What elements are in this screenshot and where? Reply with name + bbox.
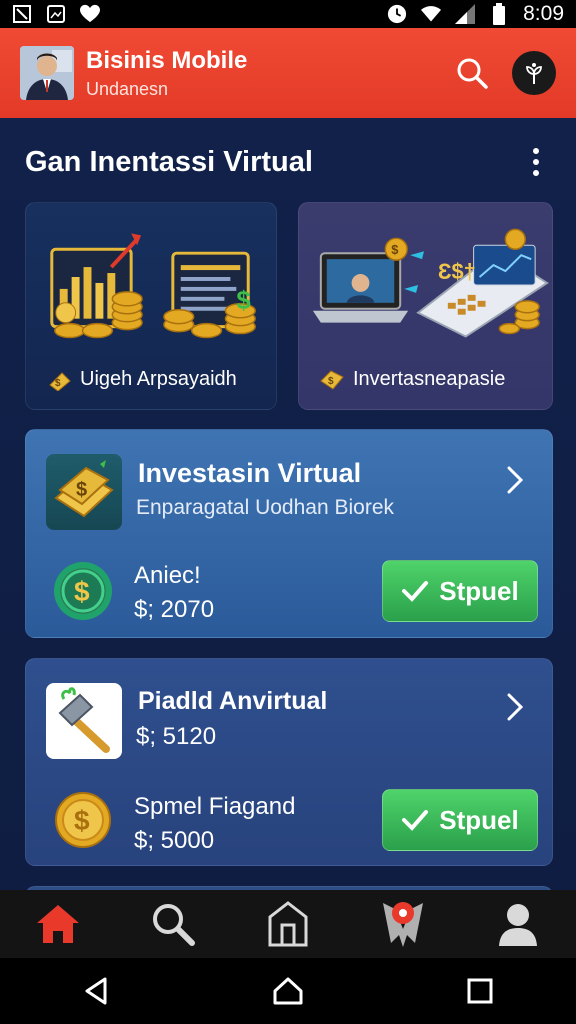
- main-content: Gan Inentassi Virtual $ $ Uigeh Arpsayai…: [0, 118, 576, 890]
- clock-icon: [387, 4, 407, 24]
- action-button-label: Stpuel: [439, 804, 519, 835]
- check-icon: [402, 581, 429, 602]
- recents-icon: [467, 978, 493, 1004]
- nfc-icon: [12, 4, 32, 24]
- profile-icon: [499, 904, 538, 946]
- home-outline-icon: [273, 977, 303, 1005]
- back-icon: [85, 977, 107, 1005]
- search-icon: [457, 58, 488, 89]
- row-value: $; 2070: [134, 596, 215, 623]
- search-button[interactable]: [450, 51, 494, 95]
- search-icon: [152, 904, 195, 946]
- hammer-thumbnail: [46, 683, 122, 759]
- svg-text:$: $: [55, 378, 61, 389]
- chevron-right-icon[interactable]: [500, 460, 530, 500]
- home-icon: [36, 905, 79, 943]
- check-icon: [402, 810, 429, 831]
- row-label: Spmel Fiagand: [134, 793, 296, 820]
- app-subtitle: Undanesn: [86, 78, 169, 99]
- app-header: Bisinis Mobile Undanesn: [0, 28, 576, 118]
- card-title: Piadld Anvirtual: [138, 687, 328, 715]
- svg-text:$: $: [76, 479, 87, 501]
- dollar-coin-icon: $: [54, 562, 112, 620]
- svg-text:$: $: [74, 805, 90, 836]
- status-bar: 8:09: [0, 0, 576, 28]
- status-time: 8:09: [523, 2, 564, 25]
- section-title: Gan Inentassi Virtual: [25, 145, 313, 178]
- gold-coin-icon: $: [54, 791, 112, 849]
- money-bag-icon: $: [49, 371, 71, 391]
- chevron-right-icon[interactable]: [500, 687, 530, 727]
- feature-label: $ Invertasneapasie: [319, 368, 505, 391]
- feature-label-text: Uigeh Arpsayaidh: [80, 368, 237, 390]
- location-icon: [383, 902, 424, 947]
- nav-home[interactable]: [28, 894, 88, 954]
- row-value: $; 5000: [134, 827, 215, 854]
- system-navigation: [0, 958, 576, 1024]
- investment-card[interactable]: $ Investasin Virtual Enparagatal Uodhan …: [25, 429, 553, 638]
- bottom-nav: [0, 890, 576, 958]
- app-title: Bisinis Mobile: [86, 46, 248, 74]
- feature-card-charts[interactable]: $ $ Uigeh Arpsayaidh: [25, 202, 277, 410]
- nav-building[interactable]: [258, 894, 318, 954]
- battery-icon: [489, 3, 509, 25]
- row-label: Aniec!: [134, 562, 201, 589]
- investment-card[interactable]: Piadld Anvirtual $; 5120 $ Spmel Fiagand…: [25, 658, 553, 866]
- svg-text:$: $: [74, 576, 90, 607]
- action-button[interactable]: Stpuel: [382, 789, 538, 851]
- feature-card-laptops[interactable]: Ɛ$† $ $ Invertasneapasie: [298, 202, 553, 410]
- image-icon: [46, 4, 66, 24]
- nav-location[interactable]: [373, 894, 433, 954]
- action-button-label: Stpuel: [439, 575, 519, 606]
- signal-icon: [455, 4, 476, 24]
- charts-coins-illustration: $: [50, 233, 256, 339]
- menu-button[interactable]: [512, 51, 556, 95]
- gold-bars-thumbnail: $: [46, 454, 122, 530]
- card-subtitle: $; 5120: [136, 723, 217, 750]
- svg-text:$: $: [236, 287, 250, 315]
- svg-text:$: $: [328, 376, 334, 387]
- more-dot: [533, 148, 539, 154]
- section-header: Gan Inentassi Virtual: [25, 142, 551, 182]
- nav-search[interactable]: [143, 894, 203, 954]
- more-options-button[interactable]: [521, 142, 551, 182]
- svg-text:Ɛ$†: Ɛ$†: [438, 259, 476, 284]
- back-button[interactable]: [71, 966, 121, 1016]
- avatar[interactable]: [20, 46, 74, 100]
- nav-profile[interactable]: [488, 894, 548, 954]
- more-dot: [533, 170, 539, 176]
- sprout-icon: [526, 63, 542, 84]
- laptops-coins-illustration: Ɛ$† $: [312, 228, 549, 338]
- card-subtitle: Enparagatal Uodhan Biorek: [136, 496, 395, 519]
- card-title: Investasin Virtual: [138, 458, 362, 488]
- feature-label: $ Uigeh Arpsayaidh: [46, 368, 237, 391]
- heart-icon: [80, 4, 100, 24]
- home-button[interactable]: [263, 966, 313, 1016]
- feature-label-text: Invertasneapasie: [353, 368, 506, 390]
- svg-text:$: $: [391, 242, 398, 257]
- recents-button[interactable]: [455, 966, 505, 1016]
- building-icon: [268, 901, 308, 947]
- action-button[interactable]: Stpuel: [382, 560, 538, 622]
- gold-bar-icon: $: [320, 369, 344, 390]
- wifi-icon: [421, 4, 442, 24]
- more-dot: [533, 159, 539, 165]
